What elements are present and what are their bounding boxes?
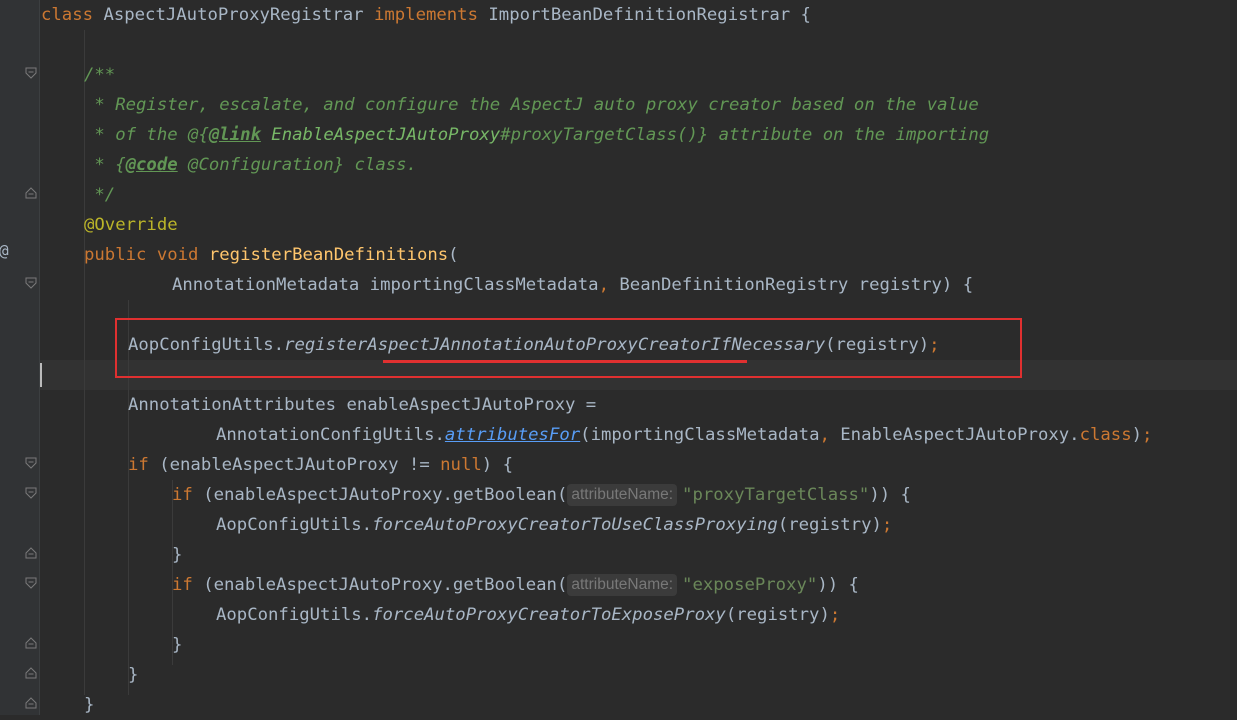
fold-close-icon[interactable] (25, 697, 37, 709)
fold-open-icon[interactable] (25, 487, 37, 499)
code-line[interactable]: AnnotationConfigUtils.attributesFor(impo… (216, 420, 1152, 450)
code-line[interactable]: } (172, 630, 182, 660)
doc-comment-line[interactable]: */ (84, 180, 115, 210)
code-line[interactable]: if (enableAspectJAutoProxy.getBoolean(at… (172, 480, 911, 510)
override-annotation[interactable]: @Override (84, 210, 178, 240)
method-params[interactable]: AnnotationMetadata importingClassMetadat… (172, 270, 973, 300)
code-line[interactable]: AnnotationAttributes enableAspectJAutoPr… (128, 390, 596, 420)
fold-close-icon[interactable] (25, 187, 37, 199)
red-underline (383, 360, 747, 363)
code-line[interactable]: if (enableAspectJAutoProxy.getBoolean(at… (172, 570, 859, 600)
code-line[interactable]: class AspectJAutoProxyRegistrar implemen… (41, 0, 811, 30)
fold-close-icon[interactable] (25, 637, 37, 649)
text-caret (40, 363, 42, 387)
code-line[interactable]: if (enableAspectJAutoProxy != null) { (128, 450, 513, 480)
fold-open-icon[interactable] (25, 577, 37, 589)
fold-open-icon[interactable] (25, 277, 37, 289)
doc-comment-line[interactable]: * Register, escalate, and configure the … (84, 90, 978, 120)
doc-comment-line[interactable]: /** (84, 60, 115, 90)
code-line[interactable]: } (128, 660, 138, 690)
editor-gutter (0, 0, 40, 715)
fold-close-icon[interactable] (25, 667, 37, 679)
doc-comment-line[interactable]: * {@code @Configuration} class. (84, 150, 417, 180)
implements-method-gutter-icon[interactable]: @ (0, 241, 9, 260)
doc-comment-line[interactable]: * of the @{@link EnableAspectJAutoProxy#… (84, 120, 989, 150)
code-line[interactable]: AopConfigUtils.forceAutoProxyCreatorToUs… (216, 510, 892, 540)
parameter-hint: attributeName: (567, 574, 678, 596)
code-line[interactable]: } (84, 690, 94, 720)
fold-open-icon[interactable] (25, 67, 37, 79)
code-line[interactable]: AopConfigUtils.forceAutoProxyCreatorToEx… (216, 600, 840, 630)
method-signature[interactable]: public void registerBeanDefinitions( (84, 240, 459, 270)
code-line[interactable]: } (172, 540, 182, 570)
fold-open-icon[interactable] (25, 457, 37, 469)
red-highlight-box (115, 318, 1022, 378)
parameter-hint: attributeName: (567, 484, 678, 506)
gutter-divider (39, 0, 40, 715)
fold-close-icon[interactable] (25, 547, 37, 559)
